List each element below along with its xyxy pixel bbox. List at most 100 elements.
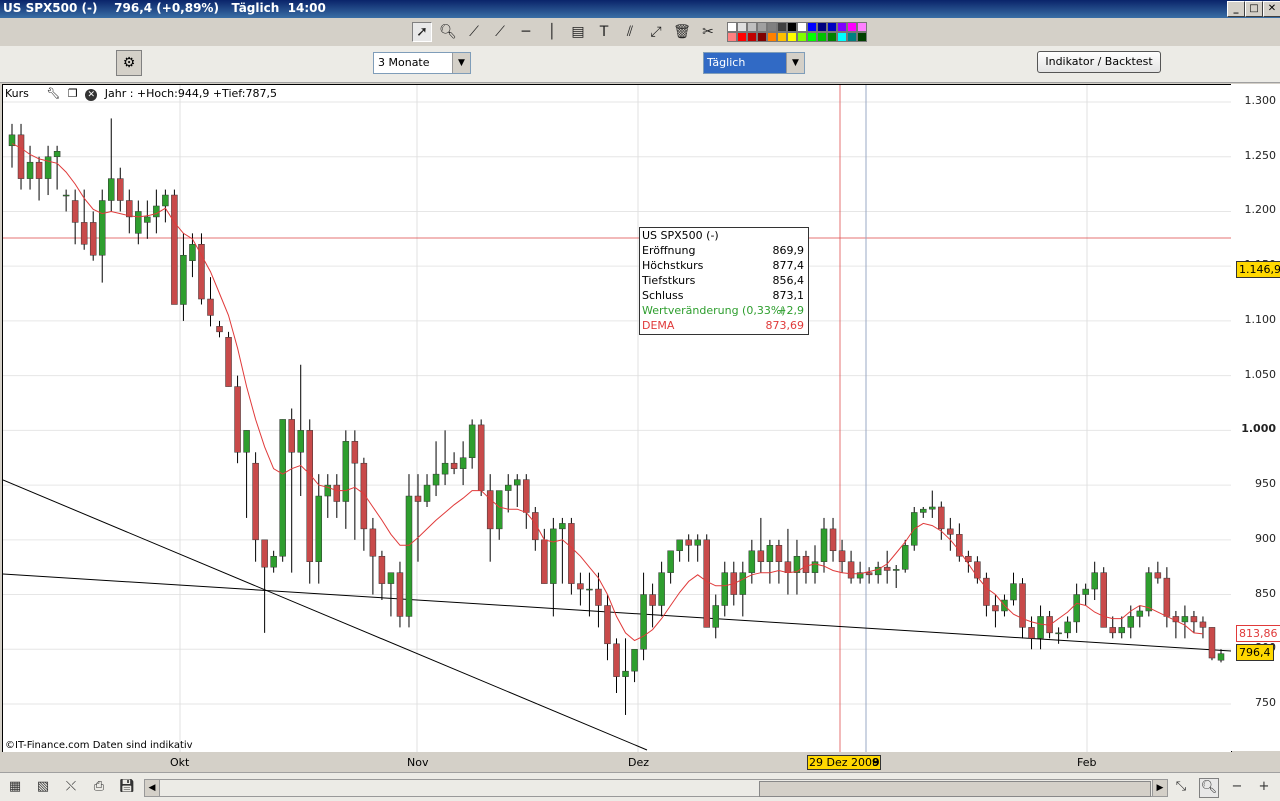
info-row: Tiefstkurs 856,4 <box>642 274 804 287</box>
color-swatch[interactable] <box>787 32 797 42</box>
maximize-button[interactable]: □ <box>1245 1 1263 17</box>
zoom-in-icon[interactable]: + <box>1255 778 1273 796</box>
indicator-backtest-button[interactable]: Indikator / Backtest <box>1037 51 1161 73</box>
color-swatch[interactable] <box>837 32 847 42</box>
close-icon[interactable]: ✕ <box>85 89 98 101</box>
candle <box>135 211 142 234</box>
candle <box>1028 627 1035 639</box>
color-swatch[interactable] <box>727 22 737 32</box>
color-swatch[interactable] <box>757 22 767 32</box>
y-tick-label: 1.050 <box>1244 367 1277 381</box>
color-swatch[interactable] <box>777 22 787 32</box>
color-swatch[interactable] <box>847 32 857 42</box>
zoom-select-icon[interactable]: 🔍︎ <box>1199 778 1219 798</box>
text-tool-icon[interactable]: T <box>594 22 614 42</box>
fibonacci-icon[interactable]: ⤢ <box>646 22 666 42</box>
candle <box>577 583 584 590</box>
color-swatch[interactable] <box>727 32 737 42</box>
color-swatch[interactable] <box>767 22 777 32</box>
candle <box>351 441 359 464</box>
color-swatch[interactable] <box>787 22 797 32</box>
candle <box>62 194 70 197</box>
horizontal-scrollbar[interactable]: ◀ ▶ <box>144 779 1168 797</box>
color-swatch[interactable] <box>827 32 837 42</box>
color-swatch[interactable] <box>797 32 807 42</box>
color-swatch[interactable] <box>837 22 847 32</box>
period-select[interactable]: 3 Monate ▼ <box>373 52 471 74</box>
window-icon[interactable]: ❐ <box>68 87 78 100</box>
chart-settings-icon[interactable]: ⚙ <box>116 50 142 76</box>
color-swatch[interactable] <box>807 32 817 42</box>
chevron-down-icon[interactable]: ▼ <box>452 53 470 73</box>
print-icon[interactable]: ⎙ <box>90 778 108 796</box>
color-swatch[interactable] <box>847 22 857 32</box>
color-swatch[interactable] <box>767 32 777 42</box>
candle <box>1190 616 1198 623</box>
trash-icon[interactable]: 🗑︎ <box>672 22 692 42</box>
color-swatch[interactable] <box>857 22 867 32</box>
color-swatch[interactable] <box>737 22 747 32</box>
candle <box>162 194 169 207</box>
color-swatch[interactable] <box>857 32 867 42</box>
candle <box>586 588 593 591</box>
candle <box>568 523 575 584</box>
zoom-cursor-icon[interactable]: 🔍︎ <box>438 22 458 42</box>
candle <box>820 528 828 562</box>
color-swatch[interactable] <box>807 22 817 32</box>
chevron-down-icon[interactable]: ▼ <box>786 53 804 73</box>
horizontal-line-icon[interactable]: ─ <box>516 22 536 42</box>
scroll-left-icon[interactable]: ◀ <box>145 780 160 796</box>
candle <box>685 539 692 546</box>
color-swatch[interactable] <box>777 32 787 42</box>
color-swatch[interactable] <box>757 32 767 42</box>
color-swatch[interactable] <box>817 22 827 32</box>
candle <box>80 222 88 245</box>
parallel-icon[interactable]: ⫽ <box>620 22 640 42</box>
channel-icon[interactable]: ▤ <box>568 22 588 42</box>
trendline-icon[interactable]: ⟋ <box>490 22 510 42</box>
candle <box>1100 572 1107 628</box>
compare-icon[interactable]: ▧ <box>34 778 52 796</box>
candle <box>1064 621 1071 634</box>
candle <box>315 495 323 562</box>
autoscale-icon[interactable]: ⤡ <box>1172 778 1190 796</box>
x-tick-label: Nov <box>407 756 429 769</box>
candle <box>171 194 178 305</box>
wrench-icon[interactable]: 🔧︎ <box>46 87 60 100</box>
price-chart[interactable] <box>3 85 1231 752</box>
candle <box>423 484 431 502</box>
color-swatch[interactable] <box>797 22 807 32</box>
candle <box>261 539 268 568</box>
drawing-toolbar: ➚ 🔍︎ ⟋ ⟋ ─ │ ▤ T ⫽ ⤢ 🗑︎ ✂ <box>0 18 1280 47</box>
close-window-button[interactable]: ✕ <box>1263 1 1280 17</box>
candle <box>35 161 43 179</box>
save-icon[interactable]: 💾︎ <box>118 778 136 796</box>
scrollbar-thumb[interactable] <box>759 781 1151 797</box>
candle <box>766 545 774 562</box>
color-swatch[interactable] <box>817 32 827 42</box>
y-tick-label: 1.200 <box>1244 203 1277 217</box>
candle <box>640 594 647 650</box>
vertical-line-icon[interactable]: │ <box>542 22 562 42</box>
cursor-date-label: 29 Dez 2008 <box>807 755 881 770</box>
scroll-right-icon[interactable]: ▶ <box>1152 780 1167 796</box>
zoom-out-icon[interactable]: − <box>1228 778 1246 796</box>
candle <box>225 337 232 387</box>
info-row: Schluss 873,1 <box>642 289 804 302</box>
candle <box>98 200 106 256</box>
color-swatch[interactable] <box>747 22 757 32</box>
color-swatch[interactable] <box>827 22 837 32</box>
color-swatch[interactable] <box>747 32 757 42</box>
interval-select[interactable]: Täglich ▼ <box>703 52 805 74</box>
chart-list-icon[interactable]: ▦ <box>6 778 24 796</box>
indicator-icon[interactable]: ⤬ <box>62 778 80 796</box>
color-swatch[interactable] <box>737 32 747 42</box>
candle <box>117 178 124 201</box>
chart-area[interactable]: Kurs 🔧︎ ❐ ✕ Jahr : +Hoch:944,9 +Tief:787… <box>2 84 1232 753</box>
candle <box>604 605 611 645</box>
pointer-icon[interactable]: ➚ <box>412 22 432 42</box>
minimize-button[interactable]: _ <box>1227 1 1245 17</box>
candle <box>189 244 196 261</box>
line-tool-icon[interactable]: ⟋ <box>464 22 484 42</box>
tools-icon[interactable]: ✂ <box>698 22 718 42</box>
